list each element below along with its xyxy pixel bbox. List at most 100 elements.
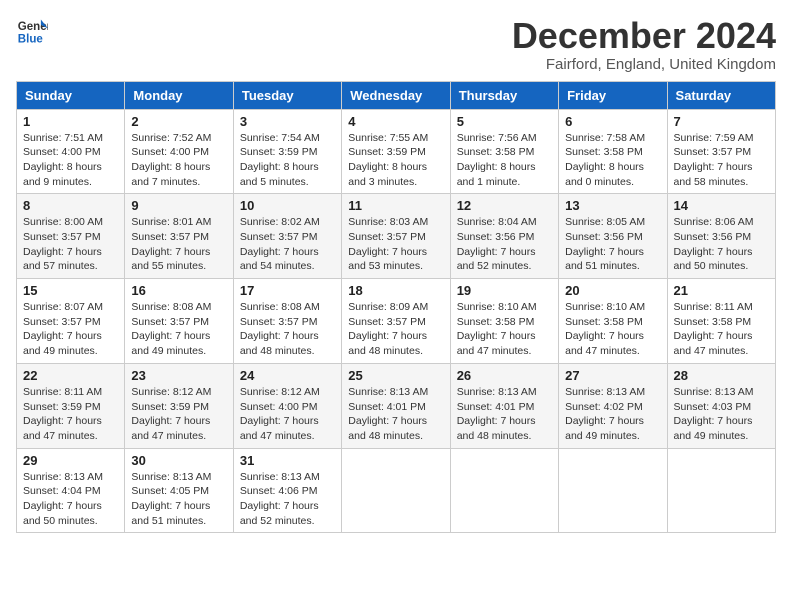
calendar-cell: 9Sunrise: 8:01 AMSunset: 3:57 PMDaylight… xyxy=(125,194,233,279)
logo: General Blue xyxy=(16,16,48,48)
calendar-cell: 31Sunrise: 8:13 AMSunset: 4:06 PMDayligh… xyxy=(233,448,341,533)
day-number: 20 xyxy=(565,283,660,298)
logo-icon: General Blue xyxy=(16,16,48,48)
day-number: 14 xyxy=(674,198,769,213)
calendar-cell: 4Sunrise: 7:55 AMSunset: 3:59 PMDaylight… xyxy=(342,109,450,194)
day-number: 6 xyxy=(565,114,660,129)
day-detail: Sunrise: 8:06 AMSunset: 3:56 PMDaylight:… xyxy=(674,216,754,272)
calendar-cell: 14 Sunrise: 8:06 AMSunset: 3:56 PMDayligh… xyxy=(667,194,775,279)
calendar-table: SundayMondayTuesdayWednesdayThursdayFrid… xyxy=(16,81,776,534)
day-number: 1 xyxy=(23,114,118,129)
day-detail: Sunrise: 8:00 AMSunset: 3:57 PMDaylight:… xyxy=(23,216,103,272)
day-number: 17 xyxy=(240,283,335,298)
day-number: 26 xyxy=(457,368,552,383)
day-number: 24 xyxy=(240,368,335,383)
day-detail: Sunrise: 8:13 AMSunset: 4:04 PMDaylight:… xyxy=(23,471,103,527)
day-number: 27 xyxy=(565,368,660,383)
day-header-monday: Monday xyxy=(125,81,233,109)
calendar-cell: 8 Sunrise: 8:00 AMSunset: 3:57 PMDaylight… xyxy=(17,194,125,279)
calendar-week-row: 8 Sunrise: 8:00 AMSunset: 3:57 PMDaylight… xyxy=(17,194,776,279)
day-detail: Sunrise: 7:56 AMSunset: 3:58 PMDaylight:… xyxy=(457,132,537,188)
calendar-cell: 27 Sunrise: 8:13 AMSunset: 4:02 PMDayligh… xyxy=(559,363,667,448)
day-number: 28 xyxy=(674,368,769,383)
day-detail: Sunrise: 8:01 AMSunset: 3:57 PMDaylight:… xyxy=(131,216,211,272)
calendar-cell: 2 Sunrise: 7:52 AMSunset: 4:00 PMDaylight… xyxy=(125,109,233,194)
day-number: 13 xyxy=(565,198,660,213)
day-number: 18 xyxy=(348,283,443,298)
calendar-cell: 13 Sunrise: 8:05 AMSunset: 3:56 PMDayligh… xyxy=(559,194,667,279)
day-detail: Sunrise: 7:59 AMSunset: 3:57 PMDaylight:… xyxy=(674,132,754,188)
day-detail: Sunrise: 8:10 AMSunset: 3:58 PMDaylight:… xyxy=(457,301,537,357)
day-detail: Sunrise: 7:51 AMSunset: 4:00 PMDaylight:… xyxy=(23,132,103,188)
calendar-cell: 21Sunrise: 8:11 AMSunset: 3:58 PMDayligh… xyxy=(667,279,775,364)
calendar-week-row: 22 Sunrise: 8:11 AMSunset: 3:59 PMDayligh… xyxy=(17,363,776,448)
day-number: 15 xyxy=(23,283,118,298)
day-detail: Sunrise: 8:13 AMSunset: 4:01 PMDaylight:… xyxy=(457,386,537,442)
day-number: 29 xyxy=(23,453,118,468)
day-header-thursday: Thursday xyxy=(450,81,558,109)
day-detail: Sunrise: 8:07 AMSunset: 3:57 PMDaylight:… xyxy=(23,301,103,357)
day-number: 23 xyxy=(131,368,226,383)
day-header-friday: Friday xyxy=(559,81,667,109)
day-detail: Sunrise: 8:04 AMSunset: 3:56 PMDaylight:… xyxy=(457,216,537,272)
day-detail: Sunrise: 8:13 AMSunset: 4:02 PMDaylight:… xyxy=(565,386,645,442)
calendar-cell xyxy=(342,448,450,533)
day-detail: Sunrise: 7:58 AMSunset: 3:58 PMDaylight:… xyxy=(565,132,645,188)
day-detail: Sunrise: 8:12 AMSunset: 4:00 PMDaylight:… xyxy=(240,386,320,442)
day-detail: Sunrise: 8:13 AMSunset: 4:01 PMDaylight:… xyxy=(348,386,428,442)
calendar-cell: 10Sunrise: 8:02 AMSunset: 3:57 PMDayligh… xyxy=(233,194,341,279)
calendar-cell: 29 Sunrise: 8:13 AMSunset: 4:04 PMDayligh… xyxy=(17,448,125,533)
day-header-wednesday: Wednesday xyxy=(342,81,450,109)
calendar-cell: 28 Sunrise: 8:13 AMSunset: 4:03 PMDayligh… xyxy=(667,363,775,448)
calendar-cell: 30Sunrise: 8:13 AMSunset: 4:05 PMDayligh… xyxy=(125,448,233,533)
svg-text:Blue: Blue xyxy=(18,34,44,46)
calendar-cell: 23 Sunrise: 8:12 AMSunset: 3:59 PMDayligh… xyxy=(125,363,233,448)
calendar-cell: 3Sunrise: 7:54 AMSunset: 3:59 PMDaylight… xyxy=(233,109,341,194)
calendar-cell: 22 Sunrise: 8:11 AMSunset: 3:59 PMDayligh… xyxy=(17,363,125,448)
day-detail: Sunrise: 8:13 AMSunset: 4:03 PMDaylight:… xyxy=(674,386,754,442)
calendar-week-row: 1 Sunrise: 7:51 AMSunset: 4:00 PMDaylight… xyxy=(17,109,776,194)
month-title: December 2024 xyxy=(512,16,776,56)
day-detail: Sunrise: 7:52 AMSunset: 4:00 PMDaylight:… xyxy=(131,132,211,188)
calendar-cell: 16Sunrise: 8:08 AMSunset: 3:57 PMDayligh… xyxy=(125,279,233,364)
calendar-cell: 12 Sunrise: 8:04 AMSunset: 3:56 PMDayligh… xyxy=(450,194,558,279)
day-number: 11 xyxy=(348,198,443,213)
day-detail: Sunrise: 8:03 AMSunset: 3:57 PMDaylight:… xyxy=(348,216,428,272)
title-block: December 2024 Fairford, England, United … xyxy=(512,16,776,73)
calendar-cell: 18 Sunrise: 8:09 AMSunset: 3:57 PMDayligh… xyxy=(342,279,450,364)
day-number: 22 xyxy=(23,368,118,383)
day-number: 2 xyxy=(131,114,226,129)
calendar-week-row: 15 Sunrise: 8:07 AMSunset: 3:57 PMDayligh… xyxy=(17,279,776,364)
day-number: 30 xyxy=(131,453,226,468)
day-number: 16 xyxy=(131,283,226,298)
calendar-cell: 26 Sunrise: 8:13 AMSunset: 4:01 PMDayligh… xyxy=(450,363,558,448)
day-detail: Sunrise: 8:10 AMSunset: 3:58 PMDaylight:… xyxy=(565,301,645,357)
calendar-cell: 25Sunrise: 8:13 AMSunset: 4:01 PMDayligh… xyxy=(342,363,450,448)
day-header-tuesday: Tuesday xyxy=(233,81,341,109)
day-detail: Sunrise: 8:11 AMSunset: 3:59 PMDaylight:… xyxy=(23,386,102,442)
day-number: 31 xyxy=(240,453,335,468)
calendar-header-row: SundayMondayTuesdayWednesdayThursdayFrid… xyxy=(17,81,776,109)
day-number: 4 xyxy=(348,114,443,129)
page-header: General Blue December 2024 Fairford, Eng… xyxy=(16,16,776,73)
day-number: 12 xyxy=(457,198,552,213)
location: Fairford, England, United Kingdom xyxy=(512,56,776,73)
day-header-saturday: Saturday xyxy=(667,81,775,109)
day-number: 19 xyxy=(457,283,552,298)
day-number: 3 xyxy=(240,114,335,129)
day-detail: Sunrise: 8:05 AMSunset: 3:56 PMDaylight:… xyxy=(565,216,645,272)
calendar-cell: 20 Sunrise: 8:10 AMSunset: 3:58 PMDayligh… xyxy=(559,279,667,364)
day-detail: Sunrise: 8:09 AMSunset: 3:57 PMDaylight:… xyxy=(348,301,428,357)
calendar-cell: 17Sunrise: 8:08 AMSunset: 3:57 PMDayligh… xyxy=(233,279,341,364)
calendar-cell: 24 Sunrise: 8:12 AMSunset: 4:00 PMDayligh… xyxy=(233,363,341,448)
calendar-cell xyxy=(450,448,558,533)
day-header-sunday: Sunday xyxy=(17,81,125,109)
calendar-cell: 5 Sunrise: 7:56 AMSunset: 3:58 PMDaylight… xyxy=(450,109,558,194)
day-number: 5 xyxy=(457,114,552,129)
calendar-cell: 15 Sunrise: 8:07 AMSunset: 3:57 PMDayligh… xyxy=(17,279,125,364)
calendar-cell: 6 Sunrise: 7:58 AMSunset: 3:58 PMDaylight… xyxy=(559,109,667,194)
calendar-week-row: 29 Sunrise: 8:13 AMSunset: 4:04 PMDayligh… xyxy=(17,448,776,533)
day-detail: Sunrise: 8:12 AMSunset: 3:59 PMDaylight:… xyxy=(131,386,211,442)
day-number: 8 xyxy=(23,198,118,213)
calendar-cell: 19 Sunrise: 8:10 AMSunset: 3:58 PMDayligh… xyxy=(450,279,558,364)
